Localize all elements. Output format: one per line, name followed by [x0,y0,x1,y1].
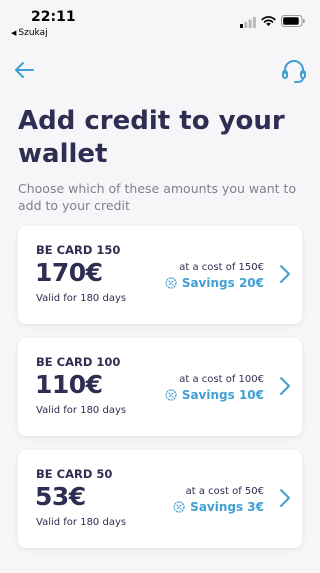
credit-card-option-50[interactable]: BE CARD 50 53€ Valid for 180 days at a c… [18,450,302,548]
card-validity: Valid for 180 days [36,293,127,304]
discount-badge-icon [165,389,177,401]
card-cost: at a cost of 150€ [179,262,264,273]
card-amount: 53€ [35,482,86,511]
page-title: Add credit to your wallet [18,106,285,169]
arrow-left-icon[interactable] [12,58,36,82]
card-amount: 110€ [35,370,103,399]
card-validity: Valid for 180 days [36,517,127,528]
chevron-right-icon [280,377,290,395]
card-cost: at a cost of 100€ [179,374,264,385]
card-savings-label: Savings 10€ [181,388,264,402]
discount-badge-icon [165,277,177,289]
card-savings-label: Savings 20€ [181,276,264,290]
wifi-icon [261,16,276,27]
page-subtitle: Choose which of these amounts you want t… [18,181,297,213]
credit-card-option-150[interactable]: BE CARD 150 170€ Valid for 180 days at a… [18,226,302,324]
card-name: BE CARD 100 [36,355,121,369]
card-cost: at a cost of 50€ [185,486,264,497]
card-name: BE CARD 50 [36,467,113,481]
card-savings: Savings 10€ [165,388,264,402]
status-time: 22:11 [31,9,76,25]
card-amount: 170€ [35,258,103,287]
status-bar: 22:11 ◀ Szukaj [0,0,320,44]
card-savings: Savings 3€ [173,500,264,514]
chevron-right-icon [280,265,290,283]
card-validity: Valid for 180 days [36,405,127,416]
status-back-label: Szukaj [18,28,48,38]
cellular-signal-icon [240,17,256,28]
back-triangle-icon: ◀ [11,29,17,37]
card-savings-label: Savings 3€ [190,500,264,514]
headset-icon[interactable] [279,56,309,86]
card-savings: Savings 20€ [165,276,264,290]
chevron-right-icon [280,489,290,507]
battery-icon [281,15,305,27]
credit-card-option-100[interactable]: BE CARD 100 110€ Valid for 180 days at a… [18,338,302,436]
discount-badge-icon [173,501,185,513]
card-name: BE CARD 150 [36,243,121,257]
status-back-link[interactable]: ◀ Szukaj [11,28,48,38]
